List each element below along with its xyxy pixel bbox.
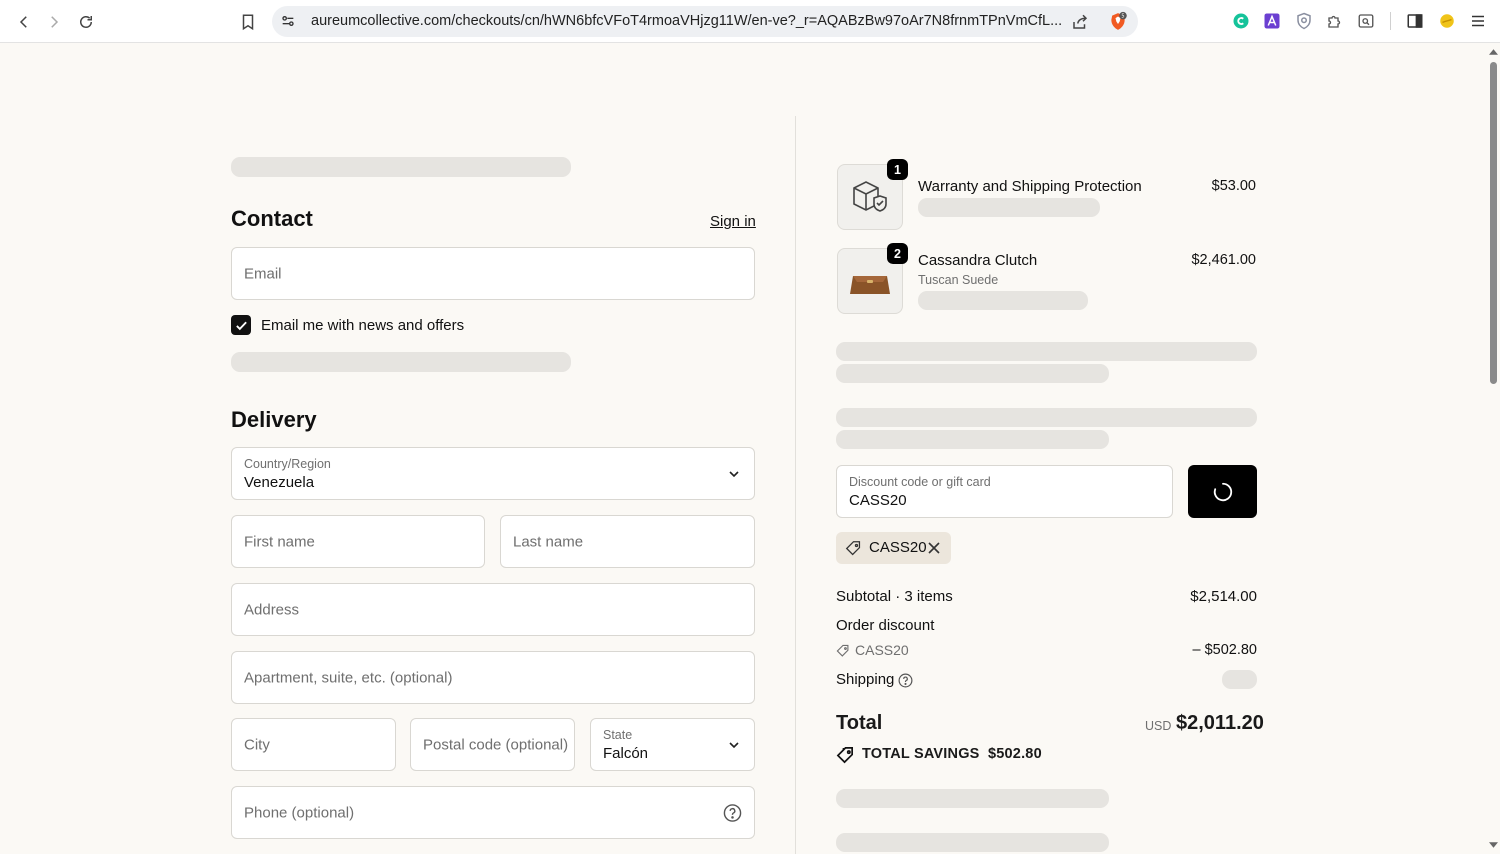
item-name: Warranty and Shipping Protection bbox=[918, 178, 1142, 195]
savings-label: TOTAL SAVINGS bbox=[862, 746, 980, 762]
apartment-placeholder: Apartment, suite, etc. (optional) bbox=[244, 669, 453, 686]
last-name-placeholder: Last name bbox=[513, 533, 584, 550]
shipping-label: Shipping bbox=[836, 671, 895, 688]
newsletter-checkbox[interactable] bbox=[231, 315, 251, 335]
scroll-up-icon[interactable] bbox=[1489, 49, 1498, 55]
toolbar-separator bbox=[1390, 12, 1391, 30]
first-name-field[interactable]: First name bbox=[231, 515, 485, 568]
discount-code-field[interactable]: Discount code or gift card CASS20 bbox=[836, 465, 1173, 518]
spinner-icon bbox=[1213, 482, 1232, 501]
tag-icon bbox=[845, 541, 861, 556]
checkmark-icon bbox=[235, 321, 247, 330]
loading-skeleton bbox=[918, 291, 1088, 310]
total-label: Total bbox=[836, 712, 883, 734]
applied-discount-chip: CASS20 bbox=[836, 532, 951, 564]
country-select[interactable]: Country/Region Venezuela bbox=[231, 447, 755, 500]
quantity-badge: 1 bbox=[887, 159, 908, 180]
savings-tag-icon bbox=[836, 747, 854, 764]
last-name-field[interactable]: Last name bbox=[500, 515, 755, 568]
remove-discount-icon[interactable] bbox=[927, 541, 941, 555]
scroll-down-icon[interactable] bbox=[1489, 842, 1498, 848]
item-variant: Tuscan Suede bbox=[918, 273, 999, 287]
grammarly-extension-icon[interactable] bbox=[1231, 11, 1251, 31]
address-field[interactable]: Address bbox=[231, 583, 755, 636]
scrollbar-thumb[interactable] bbox=[1490, 62, 1497, 384]
loading-skeleton bbox=[1222, 670, 1257, 689]
applied-code: CASS20 bbox=[869, 539, 927, 556]
delivery-heading: Delivery bbox=[231, 407, 317, 432]
discount-amount: – $502.80 bbox=[1192, 642, 1257, 658]
state-label: State bbox=[603, 728, 633, 742]
column-divider bbox=[795, 116, 796, 854]
loading-skeleton bbox=[231, 157, 571, 177]
address-placeholder: Address bbox=[244, 601, 300, 618]
reload-icon[interactable] bbox=[72, 8, 100, 36]
city-field[interactable]: City bbox=[231, 718, 396, 771]
postal-code-field[interactable]: Postal code (optional) bbox=[410, 718, 575, 771]
email-placeholder: Email bbox=[244, 265, 282, 282]
loading-skeleton bbox=[836, 789, 1109, 808]
brave-shields-icon[interactable]: 5 bbox=[1108, 11, 1128, 32]
item-price: $53.00 bbox=[1211, 178, 1256, 194]
subtotal-value: $2,514.00 bbox=[1190, 588, 1257, 605]
subtotal-label: Subtotal · 3 items bbox=[836, 588, 953, 605]
discount-value: CASS20 bbox=[849, 492, 907, 509]
chevron-down-icon bbox=[729, 741, 739, 748]
total-savings: TOTAL SAVINGS $502.80 bbox=[862, 746, 1042, 762]
item-name: Cassandra Clutch bbox=[918, 252, 1038, 269]
city-placeholder: City bbox=[244, 736, 270, 753]
extensions-puzzle-icon[interactable] bbox=[1325, 11, 1345, 31]
state-value: Falcón bbox=[603, 745, 649, 762]
url-text[interactable]: aureumcollective.com/checkouts/cn/hWN6bf… bbox=[311, 13, 1071, 29]
forward-icon[interactable] bbox=[40, 8, 68, 36]
first-name-placeholder: First name bbox=[244, 533, 315, 550]
state-select[interactable]: State Falcón bbox=[590, 718, 755, 771]
reader-mode-icon[interactable] bbox=[1356, 11, 1376, 31]
loading-skeleton bbox=[836, 342, 1257, 361]
discount-label: Discount code or gift card bbox=[849, 475, 991, 489]
phone-placeholder: Phone (optional) bbox=[244, 804, 355, 821]
font-extension-icon[interactable] bbox=[1262, 11, 1282, 31]
order-discount-label: Order discount bbox=[836, 617, 935, 634]
country-value: Venezuela bbox=[244, 474, 315, 491]
contact-heading: Contact bbox=[231, 206, 313, 231]
total-value: $2,011.20 bbox=[1176, 712, 1264, 734]
savings-value: $502.80 bbox=[988, 746, 1042, 762]
loading-skeleton bbox=[836, 408, 1257, 427]
loading-skeleton bbox=[918, 198, 1100, 217]
chevron-down-icon bbox=[729, 470, 739, 477]
loading-skeleton bbox=[836, 430, 1109, 449]
menu-hamburger-icon[interactable] bbox=[1468, 11, 1488, 31]
browser-toolbar: aureumcollective.com/checkouts/cn/hWN6bf… bbox=[0, 0, 1500, 43]
shield-extension-icon[interactable] bbox=[1294, 11, 1314, 31]
email-field[interactable]: Email bbox=[231, 247, 755, 300]
sidebar-toggle-icon[interactable] bbox=[1405, 11, 1425, 31]
share-icon[interactable] bbox=[1071, 13, 1089, 31]
loading-skeleton bbox=[836, 364, 1109, 383]
country-label: Country/Region bbox=[244, 457, 331, 471]
sign-in-link[interactable]: Sign in bbox=[710, 213, 756, 230]
wallet-icon[interactable] bbox=[1437, 11, 1457, 31]
apartment-field[interactable]: Apartment, suite, etc. (optional) bbox=[231, 651, 755, 704]
tag-icon bbox=[836, 644, 849, 657]
back-icon[interactable] bbox=[10, 8, 38, 36]
clutch-bag-image bbox=[850, 276, 890, 294]
postal-code-placeholder: Postal code (optional) bbox=[423, 736, 569, 753]
help-circle-icon[interactable] bbox=[898, 673, 913, 688]
help-circle-icon[interactable] bbox=[723, 803, 742, 822]
item-price: $2,461.00 bbox=[1191, 252, 1256, 268]
discount-code-label: CASS20 bbox=[855, 642, 909, 658]
bookmark-icon[interactable] bbox=[234, 8, 262, 36]
apply-discount-button[interactable] bbox=[1188, 465, 1257, 518]
site-settings-icon[interactable] bbox=[280, 13, 296, 29]
loading-skeleton bbox=[836, 833, 1109, 852]
shipping-protection-icon bbox=[853, 181, 887, 212]
phone-field[interactable]: Phone (optional) bbox=[231, 786, 755, 839]
loading-skeleton bbox=[231, 352, 571, 372]
total-currency: USD bbox=[1145, 719, 1172, 733]
brave-badge: 5 bbox=[1121, 13, 1124, 19]
newsletter-label: Email me with news and offers bbox=[261, 317, 465, 334]
quantity-badge: 2 bbox=[887, 243, 908, 264]
address-bar[interactable]: aureumcollective.com/checkouts/cn/hWN6bf… bbox=[272, 6, 1138, 37]
